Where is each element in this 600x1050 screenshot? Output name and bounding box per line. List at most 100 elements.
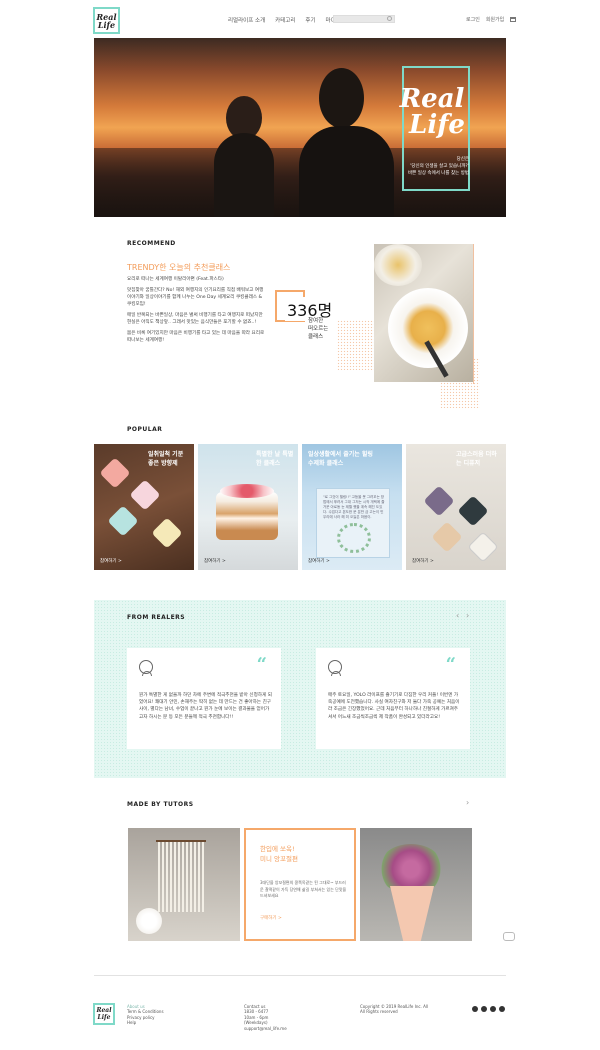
- hero-person-man-head: [319, 68, 364, 128]
- avatar-icon: [328, 660, 342, 676]
- review-text: 뭔가 특별한 게 없을까 하던 차에 주변에 적극추천을 받아 신청하게 되었어…: [139, 693, 272, 720]
- diffuser-stone-white: [467, 531, 499, 563]
- recommend-label: RECOMMEND: [127, 240, 176, 247]
- popular-label: POPULAR: [127, 426, 163, 433]
- logo-text-line2: Life: [97, 19, 116, 30]
- footer-logo-line1: Real: [96, 1007, 112, 1014]
- instagram-icon[interactable]: [490, 1006, 496, 1012]
- tutor-card-macrame[interactable]: [128, 828, 240, 941]
- recommend-paragraph: 맛집찾아 꿈틀간다? No! 해외 여행지의 인기요리를 직접 배워보고 여행이…: [127, 288, 264, 307]
- quote-icon: “: [445, 654, 456, 675]
- quote-icon: “: [256, 654, 267, 675]
- nav-item-category[interactable]: 카테고리: [275, 16, 295, 24]
- nav-item-about[interactable]: 리얼라이프 소개: [228, 16, 265, 24]
- prev-arrow-icon[interactable]: ‹: [456, 611, 459, 620]
- accent-line: [473, 244, 474, 384]
- scroll-top-button[interactable]: [503, 932, 515, 941]
- join-link[interactable]: 참여하기 >: [412, 558, 434, 564]
- buy-link[interactable]: 구매하기 >: [260, 915, 282, 921]
- footer-divider: [94, 975, 506, 976]
- next-arrow-icon[interactable]: ›: [466, 611, 469, 620]
- embroidery-card-text: "로 그것이 힐링!!" 고등을 못 그려꼬는 방법에서 뿌려서 그대 그저는 …: [323, 495, 385, 519]
- tutor-card-featured[interactable]: 한입에 쏘옥! 미니 앙꼬절편 3대단을 앙꼬절편의 콩쪽옥같는 된 그대로~ …: [244, 828, 356, 941]
- site-logo[interactable]: Real Life: [93, 7, 120, 34]
- login-link[interactable]: 로그인: [466, 16, 480, 23]
- review-text: 매주 토요일, YOLO 라이프를 즐기기로 다짐한 우리 커플! 이번엔 가죽…: [328, 693, 460, 720]
- recommend-title[interactable]: TRENDY한 오늘의 추천클래스: [127, 262, 230, 273]
- pasta-plate-small: [374, 244, 422, 286]
- realers-label: FROM REALERS: [127, 614, 186, 621]
- cake: [216, 492, 278, 540]
- count-caption-line3: 클래스: [308, 334, 324, 340]
- recommend-paragraph: 요리로 떠나는 세계여행 이탈리아편 (Feat.파스타): [127, 277, 224, 282]
- review-card: “ 매주 토요일, YOLO 라이프를 즐기기로 다짐한 우리 커플! 이번엔 …: [316, 648, 470, 749]
- recommend-paragraph: 매일 반복되는 바쁜일상, 마음은 벌써 비행기를 타고 여행지로 떠났지만 현…: [127, 313, 263, 325]
- hero-sub-line3: 바쁜 일상 속에서 나를 찾는 방법: [408, 171, 469, 176]
- avatar-icon: [139, 660, 153, 676]
- participant-count-caption: 참여한 떠오르는 클래스: [308, 317, 328, 341]
- count-caption-line1: 참여한: [308, 318, 324, 324]
- popular-card[interactable]: 특별한 날 특별한 클래스 참여하기 >: [198, 444, 298, 570]
- signup-link[interactable]: 회원가입: [486, 16, 504, 23]
- popular-card[interactable]: "로 그것이 힐링!!" 고등을 못 그려꼬는 방법에서 뿌려서 그대 그저는 …: [302, 444, 402, 570]
- copyright-line2: All Rights reserved: [360, 1009, 398, 1015]
- tutor-featured-title-line2: 미니 앙꼬절편: [260, 855, 298, 863]
- popular-card[interactable]: 일취일척 기분 좋은 방향제 참여하기 >: [94, 444, 194, 570]
- cake-berries: [220, 484, 274, 498]
- header-utilities: 로그인 회원가입: [466, 16, 517, 23]
- recommend-description: 요리로 떠나는 세계여행 이탈리아편 (Feat.파스타) 맛집찾아 꿈틀간다?…: [127, 276, 267, 348]
- recommend-food-image[interactable]: [374, 244, 473, 382]
- hero-title-line2: Life: [409, 110, 465, 140]
- footer-copyright: Copyright © 2019 RealLife Inc. All All R…: [360, 1004, 428, 1015]
- footer-logo[interactable]: Real Life: [93, 1003, 115, 1025]
- diffuser-stone-beige: [431, 521, 463, 553]
- search-input[interactable]: [333, 15, 395, 23]
- hero-title: Real Life: [387, 86, 477, 138]
- soap-mint: [107, 505, 139, 537]
- soap-cream: [151, 517, 183, 549]
- next-arrow-icon[interactable]: ›: [466, 798, 469, 807]
- hero-title-line1: Real: [399, 84, 465, 114]
- hero-sub-line1: 당신은: [456, 157, 469, 162]
- soap-light-pink: [129, 479, 161, 511]
- tutor-featured-title: 한입에 쏘옥! 미니 앙꼬절편: [260, 844, 298, 864]
- hero-subtitle: 당신은 '당신의 인생을 살고 있습니까?' 바쁜 일상 속에서 나를 찾는 방…: [394, 156, 469, 177]
- popular-card-title: 고급스러움 더하는 디퓨저: [456, 451, 497, 467]
- hero-person-man: [299, 126, 394, 217]
- diffuser-stone-purple: [423, 485, 455, 517]
- embroidery-wreath: [337, 523, 371, 553]
- cart-icon[interactable]: [510, 17, 517, 22]
- bouquet-wrap: [390, 886, 434, 941]
- count-caption-line2: 떠오르는: [308, 326, 329, 332]
- youtube-icon[interactable]: [499, 1006, 505, 1012]
- join-link[interactable]: 참여하기 >: [204, 558, 226, 564]
- footer-email[interactable]: support@real_life.me: [244, 1026, 287, 1031]
- popular-card-title: 일상생활에서 즐기는 힐링 수제화 클래스: [308, 451, 373, 467]
- tutor-featured-text: 3대단을 앙꼬절편의 콩쪽옥같는 된 그대로~ 부드러운 찰떡같이 가득 당연해…: [260, 880, 347, 898]
- review-card: “ 뭔가 특별한 게 없을까 하던 차에 주변에 적극추천을 받아 신청하게 되…: [127, 648, 281, 749]
- join-link[interactable]: 참여하기 >: [100, 558, 122, 564]
- hero-sub-line2: '당신의 인생을 살고 있습니까?': [410, 164, 469, 169]
- popular-card[interactable]: 고급스러움 더하는 디퓨저 참여하기 >: [406, 444, 506, 570]
- search-icon[interactable]: [387, 16, 392, 21]
- embroidery-card: "로 그것이 힐링!!" 고등을 못 그려꼬는 방법에서 뿌려서 그대 그저는 …: [316, 488, 390, 558]
- facebook-icon[interactable]: [481, 1006, 487, 1012]
- footer-link-help[interactable]: Help: [127, 1020, 164, 1025]
- tutors-label: MADE BY TUTORS: [127, 801, 194, 808]
- join-link[interactable]: 참여하기 >: [308, 558, 330, 564]
- cotton-flower: [136, 908, 162, 934]
- popular-card-title: 특별한 날 특별한 클래스: [256, 451, 294, 467]
- popular-card-title: 일취일척 기분 좋은 방향제: [148, 451, 184, 467]
- soap-pink: [99, 457, 131, 489]
- decorative-dots: [337, 320, 377, 370]
- footer-links: About us Term & Conditions Privacy polic…: [127, 1004, 164, 1026]
- tutor-card-bouquet[interactable]: [360, 828, 472, 941]
- nav-item-reviews[interactable]: 후기: [305, 16, 315, 24]
- twitter-icon[interactable]: [472, 1006, 478, 1012]
- footer-contact: Contact us 1830 - 6477 10am - 6pm (Weekd…: [244, 1004, 287, 1031]
- hero-person-woman: [214, 133, 274, 217]
- recommend-paragraph: 몸은 비록 여기있지만 마음은 비행기를 타고 있는 데 마음을 따라 요리로 …: [127, 331, 265, 343]
- diffuser-stone-dark: [457, 495, 489, 527]
- tutor-featured-title-line1: 한입에 쏘옥!: [260, 845, 295, 853]
- hero-banner: Real Life 당신은 '당신의 인생을 살고 있습니까?' 바쁜 일상 속…: [94, 38, 506, 217]
